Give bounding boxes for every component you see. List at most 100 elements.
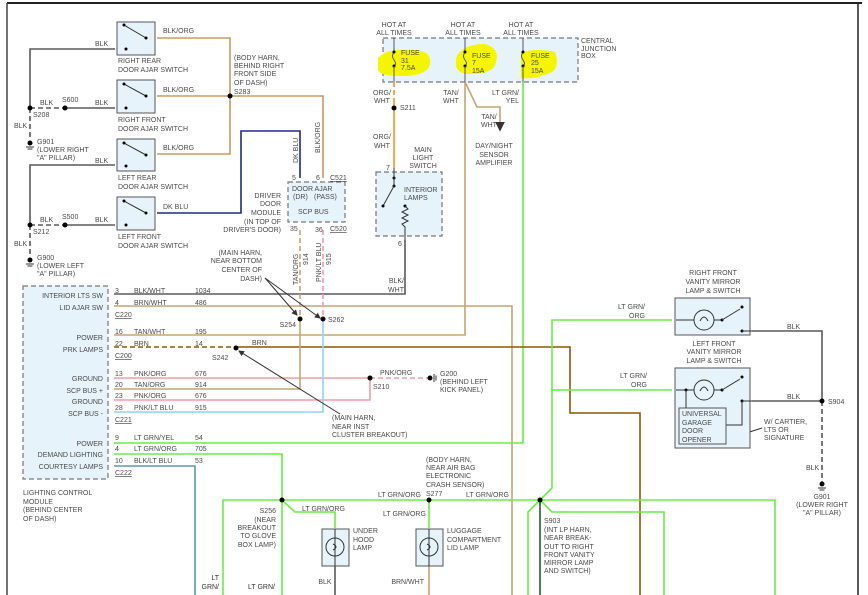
label: DEMAND LIGHTING bbox=[38, 452, 103, 459]
label: LT GRN/YEL bbox=[134, 435, 174, 442]
label: 7.5A bbox=[401, 65, 416, 72]
label: AMPLIFIER bbox=[476, 160, 513, 167]
label: W/ CARTIER, bbox=[764, 419, 807, 426]
label: 195 bbox=[195, 329, 207, 336]
label: BLK bbox=[806, 465, 820, 472]
label: 15A bbox=[472, 68, 485, 75]
label: BLK bbox=[787, 394, 801, 401]
label: 35 bbox=[290, 226, 298, 233]
label: LIGHT bbox=[413, 155, 434, 162]
label: DOOR AJAR SWITCH bbox=[118, 243, 188, 250]
label: 7 bbox=[472, 60, 476, 67]
label: KICK PANEL) bbox=[440, 387, 483, 394]
label: LEFT REAR bbox=[118, 175, 156, 182]
label: RIGHT FRONT bbox=[118, 117, 166, 124]
label: C220 bbox=[115, 312, 132, 319]
label: BLK/LT BLU bbox=[134, 458, 172, 465]
label: 6 bbox=[316, 175, 320, 182]
label: (LOWER LEFT bbox=[37, 263, 85, 270]
label: RIGHT FRONT bbox=[689, 270, 737, 277]
label: 5 bbox=[292, 175, 296, 182]
label: BEHIND RIGHT bbox=[234, 63, 285, 70]
label: PNK/LT BLU bbox=[134, 405, 173, 412]
label: DRIVER'S DOOR) bbox=[223, 227, 281, 234]
right-front-vanity-mirror: RIGHT FRONT VANITY MIRROR LAMP & SWITCH bbox=[674, 270, 752, 336]
label: S600 bbox=[62, 97, 78, 104]
label: ORG bbox=[631, 382, 647, 389]
label: (PASS) bbox=[314, 194, 337, 201]
label: TAN/ bbox=[481, 114, 496, 121]
label: 28 bbox=[115, 405, 123, 412]
label: 22 bbox=[115, 341, 123, 348]
label: LAMP & SWITCH bbox=[685, 288, 740, 295]
label: 486 bbox=[195, 300, 207, 307]
label: "A" PILLAR) bbox=[803, 510, 841, 517]
main-light-switch: INTERIOR LAMPS MAIN LIGHT SWITCH 7 6 bbox=[375, 147, 443, 248]
label: BREAKOUT bbox=[237, 525, 276, 532]
label: G900 bbox=[37, 255, 54, 262]
label: 4 bbox=[115, 300, 119, 307]
label: BLK bbox=[14, 123, 28, 130]
label: BLK bbox=[318, 579, 332, 586]
label: OPENER bbox=[682, 437, 712, 444]
label: S262 bbox=[328, 317, 344, 324]
label: DK BLU bbox=[163, 204, 188, 211]
label: 25 bbox=[531, 60, 539, 67]
label: BLK bbox=[40, 217, 54, 224]
label: 915 bbox=[326, 253, 333, 265]
label: NEAR INST bbox=[332, 424, 370, 431]
label: 7 bbox=[386, 165, 390, 172]
label: 23 bbox=[115, 393, 123, 400]
label: C520 bbox=[330, 226, 347, 233]
label: SCP BUS bbox=[298, 209, 329, 216]
label: BLK bbox=[787, 324, 801, 331]
central-junction-box: FUSE 31 7.5A FUSE 7 15A FUSE 25 15A HOT … bbox=[376, 22, 616, 83]
label: (IN TOP OF bbox=[244, 219, 281, 226]
label: WHT bbox=[388, 287, 405, 294]
label: INTERIOR LTS SW bbox=[42, 293, 103, 300]
label: 914 bbox=[195, 382, 207, 389]
lighting-control-module: INTERIOR LTS SW 3 BLK/WHT 1034 LID AJAR SW 4… bbox=[22, 285, 211, 523]
label: (LOWER RIGHT bbox=[37, 147, 89, 154]
label: CENTRAL bbox=[581, 38, 614, 45]
label: TAN/ORG bbox=[293, 254, 300, 285]
label: 676 bbox=[195, 371, 207, 378]
label: DOOR bbox=[260, 201, 281, 208]
label: S211 bbox=[400, 105, 416, 112]
label: LT GRN/ORG bbox=[134, 446, 177, 453]
label: (DR) bbox=[293, 194, 308, 201]
label: S256 bbox=[260, 508, 276, 515]
under-hood-lamp: UNDER HOOD LAMP bbox=[321, 528, 378, 567]
label: CRASH SENSOR) bbox=[426, 482, 484, 489]
ground-icon bbox=[818, 481, 826, 491]
switch-right-rear: RIGHT REAR DOOR AJAR SWITCH BLK/ORG BLK bbox=[95, 21, 194, 74]
lt-grn-partial-line1: LT bbox=[211, 575, 219, 582]
label: "A" PILLAR) bbox=[37, 271, 75, 278]
label: 15A bbox=[531, 68, 544, 75]
label: MODULE bbox=[251, 210, 281, 217]
label: ALL TIMES bbox=[376, 30, 412, 37]
switch-left-front: LEFT FRONT DOOR AJAR SWITCH DK BLU BLK bbox=[95, 196, 188, 250]
label: 676 bbox=[195, 393, 207, 400]
label: S254 bbox=[280, 322, 296, 329]
label: "A" PILLAR) bbox=[37, 155, 75, 162]
label: INTERIOR bbox=[404, 187, 437, 194]
label: 10 bbox=[115, 458, 123, 465]
label: BLK bbox=[95, 217, 109, 224]
label: DK BLU bbox=[293, 138, 300, 163]
label: (MAIN HARN, bbox=[332, 415, 376, 422]
label: 53 bbox=[195, 458, 203, 465]
label: BLK bbox=[95, 158, 109, 165]
label: C222 bbox=[115, 470, 132, 477]
wiring-diagram: RIGHT REAR DOOR AJAR SWITCH BLK/ORG BLK … bbox=[6, 2, 862, 595]
label: BRN/WHT bbox=[391, 579, 424, 586]
label: LUGGAGE bbox=[447, 528, 482, 535]
label: OF DASH) bbox=[23, 516, 56, 523]
label: BRN/WHT bbox=[134, 300, 167, 307]
label: PNK/LT BLU bbox=[316, 243, 323, 282]
label: WHT bbox=[374, 98, 391, 105]
ground-icon bbox=[26, 140, 34, 150]
label: S277 bbox=[426, 491, 442, 498]
label: BOX bbox=[581, 53, 596, 60]
door-ajar-switches: RIGHT REAR DOOR AJAR SWITCH BLK/ORG BLK … bbox=[14, 21, 194, 250]
